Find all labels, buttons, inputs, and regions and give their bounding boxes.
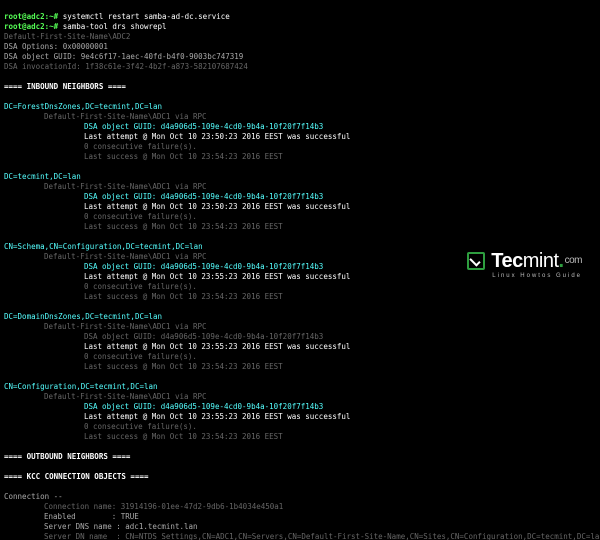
attempt-line: Last attempt @ Mon Oct 10 23:55:23 2016 … (4, 342, 350, 352)
attempt-line: Last attempt @ Mon Oct 10 23:50:23 2016 … (4, 202, 350, 212)
via-line: Default-First-Site-Name\ADC1 via RPC (4, 112, 207, 122)
success-line: Last success @ Mon Oct 10 23:54:23 2016 … (4, 362, 283, 372)
consec-line: 0 consecutive failure(s). (4, 282, 197, 292)
inbound-header: ==== INBOUND NEIGHBORS ==== (4, 82, 126, 91)
cmd-showrepl: samba-tool drs showrepl (63, 22, 167, 31)
guid-line: DSA object GUID: d4a906d5-109e-4cd0-9b4a… (4, 192, 323, 202)
conn-enabled: Enabled : TRUE (4, 512, 139, 522)
prompt: root@adc2:~# (4, 22, 58, 31)
nc-forest: DC=ForestDnsZones,DC=tecmint,DC=lan (4, 102, 162, 111)
guid-line: DSA object GUID: d4a906d5-109e-4cd0-9b4a… (4, 122, 323, 132)
guid-line: DSA object GUID: d4a906d5-109e-4cd0-9b4a… (4, 402, 323, 412)
prompt: root@adc2:~# (4, 12, 58, 21)
dsa-options: DSA Options: 0x00000001 (4, 42, 108, 51)
via-line: Default-First-Site-Name\ADC1 via RPC (4, 392, 207, 402)
success-line: Last success @ Mon Oct 10 23:54:23 2016 … (4, 222, 283, 232)
attempt-line: Last attempt @ Mon Oct 10 23:55:23 2016 … (4, 272, 350, 282)
check-icon (467, 252, 485, 270)
nc-schema: CN=Schema,CN=Configuration,DC=tecmint,DC… (4, 242, 203, 251)
success-line: Last success @ Mon Oct 10 23:54:23 2016 … (4, 152, 283, 162)
via-line: Default-First-Site-Name\ADC1 via RPC (4, 322, 207, 332)
logo-tec: Tec (491, 256, 522, 266)
connection-title: Connection -- (4, 492, 63, 501)
conn-name: Connection name: 31914196-01ee-47d2-9db6… (4, 502, 283, 512)
dsa-invocation: DSA invocationId: 1f38c61e-3f42-4b2f-a87… (4, 62, 248, 71)
guid-line: DSA object GUID: d4a906d5-109e-4cd0-9b4a… (4, 262, 323, 272)
guid-line: DSA object GUID: d4a906d5-109e-4cd0-9b4a… (4, 332, 323, 342)
nc-config: CN=Configuration,DC=tecmint,DC=lan (4, 382, 158, 391)
tecmint-logo: Tecmint.com Linux Howtos Guide (467, 252, 582, 281)
success-line: Last success @ Mon Oct 10 23:54:23 2016 … (4, 432, 283, 442)
kcc-header: ==== KCC CONNECTION OBJECTS ==== (4, 472, 149, 481)
outbound-header: ==== OUTBOUND NEIGHBORS ==== (4, 452, 130, 461)
conn-dns: Server DNS name : adc1.tecmint.lan (4, 522, 198, 532)
via-line: Default-First-Site-Name\ADC1 via RPC (4, 182, 207, 192)
logo-com: com (565, 256, 582, 266)
logo-tagline: Linux Howtos Guide (467, 271, 582, 281)
success-line: Last success @ Mon Oct 10 23:54:23 2016 … (4, 292, 283, 302)
cmd-restart: systemctl restart samba-ad-dc.service (63, 12, 230, 21)
nc-root: DC=tecmint,DC=lan (4, 172, 81, 181)
nc-domain: DC=DomainDnsZones,DC=tecmint,DC=lan (4, 312, 162, 321)
conn-dn: Server DN name : CN=NTDS Settings,CN=ADC… (4, 532, 600, 540)
attempt-line: Last attempt @ Mon Oct 10 23:55:23 2016 … (4, 412, 350, 422)
consec-line: 0 consecutive failure(s). (4, 212, 197, 222)
consec-line: 0 consecutive failure(s). (4, 142, 197, 152)
consec-line: 0 consecutive failure(s). (4, 422, 197, 432)
logo-mint: mint (523, 256, 559, 266)
consec-line: 0 consecutive failure(s). (4, 352, 197, 362)
site-line: Default-First-Site-Name\ADC2 (4, 32, 130, 41)
dsa-guid: DSA object GUID: 9e4c6f17-1aec-40fd-b4f0… (4, 52, 243, 61)
attempt-line: Last attempt @ Mon Oct 10 23:50:23 2016 … (4, 132, 350, 142)
via-line: Default-First-Site-Name\ADC1 via RPC (4, 252, 207, 262)
